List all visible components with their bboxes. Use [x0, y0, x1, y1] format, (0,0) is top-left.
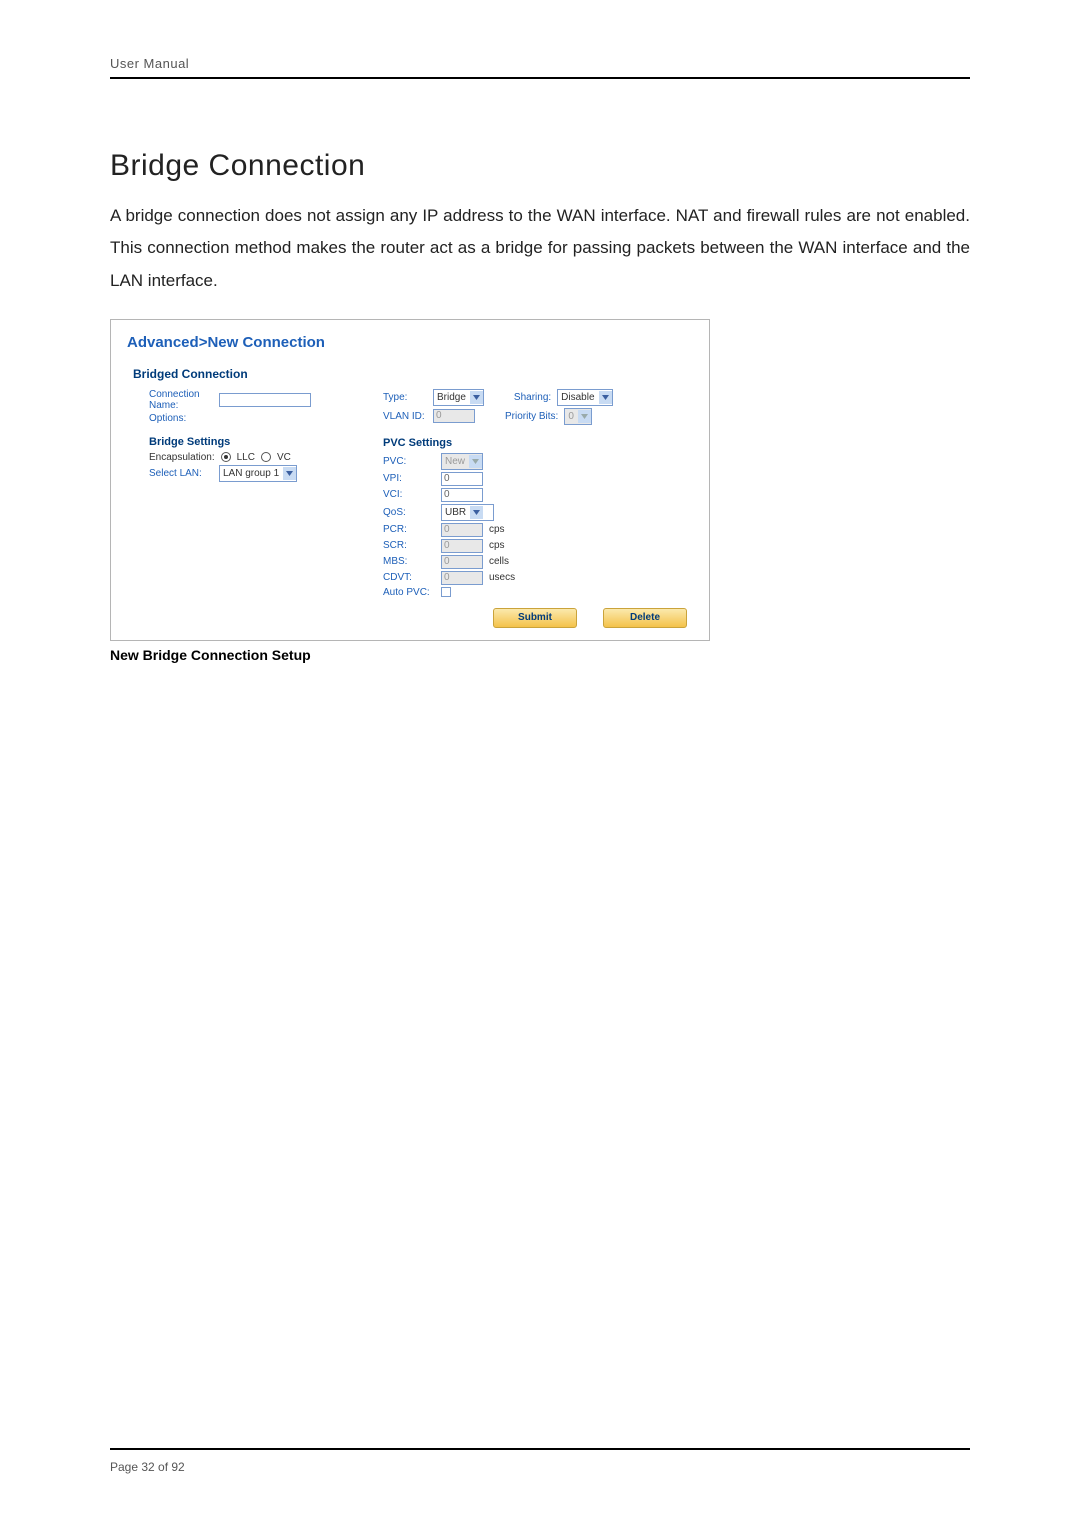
- autopvc-label: Auto PVC:: [383, 587, 435, 598]
- encapsulation-vc-radio[interactable]: [261, 452, 271, 462]
- priority-bits-label: Priority Bits:: [505, 411, 558, 422]
- type-dropdown[interactable]: Bridge: [433, 389, 484, 406]
- chevron-down-icon: [469, 455, 482, 468]
- sharing-dropdown[interactable]: Disable: [557, 389, 612, 406]
- router-ui-screenshot: Advanced>New Connection Bridged Connecti…: [110, 319, 710, 641]
- vlan-id-label: VLAN ID:: [383, 411, 427, 422]
- page-header: User Manual: [110, 56, 970, 79]
- pvc-dropdown[interactable]: New: [441, 453, 483, 470]
- pvc-settings-heading: PVC Settings: [383, 437, 703, 449]
- chevron-down-icon: [470, 391, 483, 404]
- bridged-connection-heading: Bridged Connection: [133, 367, 693, 381]
- scr-input[interactable]: 0: [441, 539, 483, 553]
- vci-input[interactable]: 0: [441, 488, 483, 502]
- options-label: Options:: [149, 413, 213, 424]
- pcr-unit: cps: [489, 524, 505, 535]
- vpi-input[interactable]: 0: [441, 472, 483, 486]
- connection-name-input[interactable]: [219, 393, 311, 407]
- figure-caption: New Bridge Connection Setup: [110, 647, 970, 663]
- page-footer: Page 32 of 92: [110, 1448, 970, 1474]
- pvc-label: PVC:: [383, 456, 435, 467]
- vpi-label: VPI:: [383, 473, 435, 484]
- sharing-label: Sharing:: [514, 392, 551, 403]
- cdvt-unit: usecs: [489, 572, 515, 583]
- submit-button[interactable]: Submit: [493, 608, 577, 628]
- connection-name-label: Connection Name:: [149, 389, 213, 411]
- type-label: Type:: [383, 392, 427, 403]
- cdvt-label: CDVT:: [383, 572, 435, 583]
- type-value: Bridge: [437, 392, 466, 403]
- vci-label: VCI:: [383, 489, 435, 500]
- chevron-down-icon: [470, 506, 483, 519]
- mbs-unit: cells: [489, 556, 509, 567]
- scr-unit: cps: [489, 540, 505, 551]
- delete-button[interactable]: Delete: [603, 608, 687, 628]
- chevron-down-icon: [578, 410, 591, 423]
- qos-value: UBR: [445, 507, 466, 518]
- bridge-settings-heading: Bridge Settings: [149, 436, 369, 448]
- select-lan-dropdown[interactable]: LAN group 1: [219, 465, 297, 482]
- sharing-value: Disable: [561, 392, 594, 403]
- encapsulation-vc-text: VC: [277, 452, 291, 463]
- pcr-label: PCR:: [383, 524, 435, 535]
- encapsulation-label: Encapsulation:: [149, 452, 215, 463]
- mbs-label: MBS:: [383, 556, 435, 567]
- chevron-down-icon: [599, 391, 612, 404]
- priority-bits-dropdown[interactable]: 0: [564, 408, 592, 425]
- select-lan-label: Select LAN:: [149, 468, 213, 479]
- body-paragraph: A bridge connection does not assign any …: [110, 200, 970, 297]
- breadcrumb: Advanced>New Connection: [127, 334, 693, 351]
- encapsulation-llc-radio[interactable]: [221, 452, 231, 462]
- priority-bits-value: 0: [568, 411, 574, 422]
- mbs-input[interactable]: 0: [441, 555, 483, 569]
- page-number: Page 32 of 92: [110, 1460, 185, 1474]
- pcr-input[interactable]: 0: [441, 523, 483, 537]
- qos-label: QoS:: [383, 507, 435, 518]
- autopvc-checkbox[interactable]: [441, 587, 451, 597]
- select-lan-value: LAN group 1: [223, 468, 279, 479]
- chevron-down-icon: [283, 467, 296, 480]
- scr-label: SCR:: [383, 540, 435, 551]
- pvc-value: New: [445, 456, 465, 467]
- vlan-id-input[interactable]: 0: [433, 409, 475, 423]
- section-title: Bridge Connection: [110, 149, 970, 183]
- qos-dropdown[interactable]: UBR: [441, 504, 494, 521]
- cdvt-input[interactable]: 0: [441, 571, 483, 585]
- encapsulation-llc-text: LLC: [237, 452, 255, 463]
